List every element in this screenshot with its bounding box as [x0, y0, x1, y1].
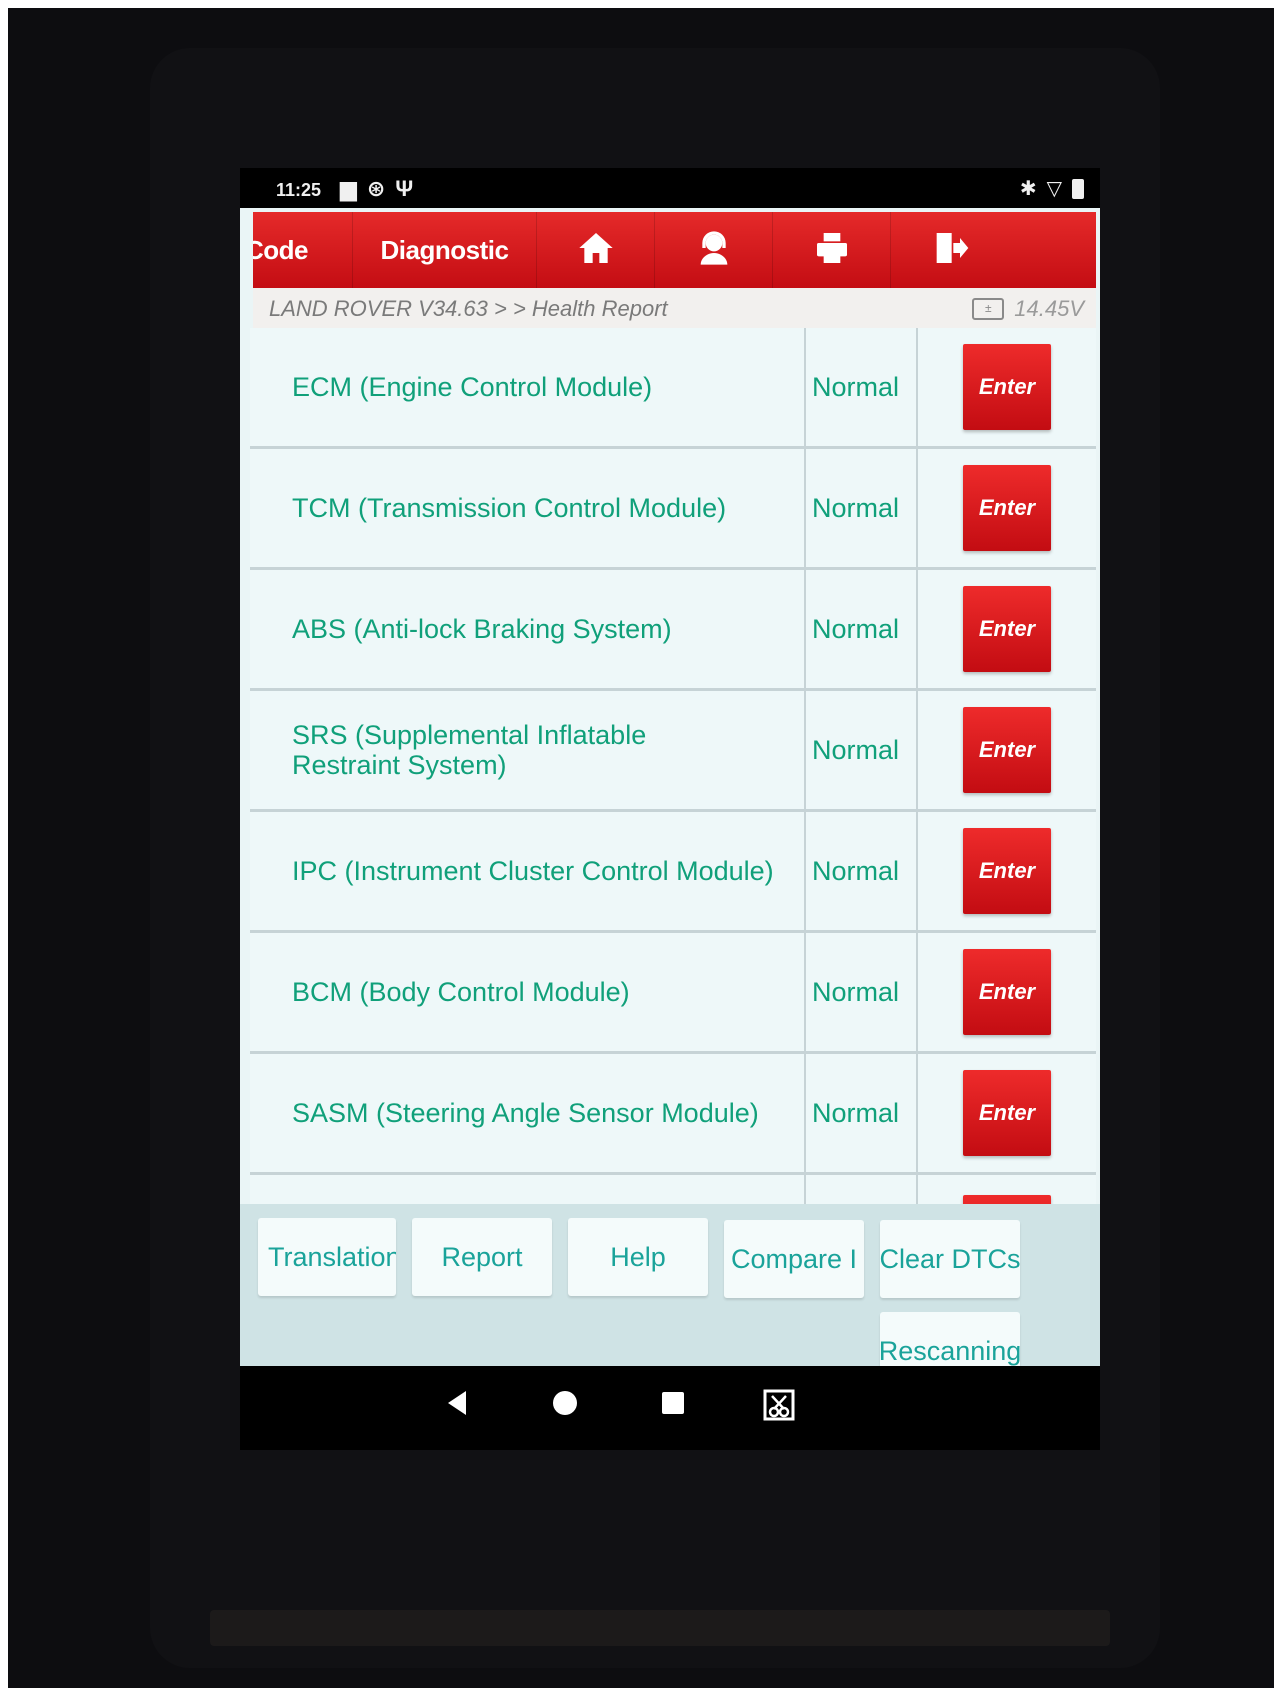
recents-icon[interactable] [658, 1388, 688, 1418]
enter-button[interactable]: Enter [963, 707, 1051, 793]
code-tab-label: Code [253, 234, 309, 265]
exit-icon [930, 228, 970, 273]
wifi-icon: ▽ [1046, 178, 1062, 200]
enter-cell: Enter [918, 328, 1096, 446]
diagnostic-tab[interactable]: Diagnostic [353, 212, 537, 288]
module-row: IPC (Instrument Cluster Control Module) … [250, 812, 1096, 933]
image-icon: ▆ [340, 176, 357, 201]
enter-button[interactable]: Enter [963, 1070, 1051, 1156]
support-icon [694, 228, 734, 273]
module-name: TCM (Transmission Control Module) [250, 449, 806, 567]
bluetooth-icon: ✱ [1019, 178, 1037, 200]
home-circle-icon[interactable] [550, 1388, 580, 1418]
module-name: SASM (Steering Angle Sensor Module) [250, 1054, 806, 1172]
enter-cell: Enter [918, 449, 1096, 567]
usb-icon: Ψ [395, 176, 414, 201]
module-row: TCM (Transmission Control Module) Normal… [250, 449, 1096, 570]
steering-icon: ⊛ [366, 176, 386, 201]
diagnostic-tab-label: Diagnostic [380, 234, 509, 265]
battery-icon [1072, 178, 1084, 199]
home-icon [576, 228, 616, 273]
status-icons-left: ▆ ⊛ Ψ [340, 176, 413, 202]
module-row: ECM (Engine Control Module) Normal Enter [250, 328, 1096, 449]
enter-cell: Enter [918, 570, 1096, 688]
clear-dtcs-button[interactable]: Clear DTCs [880, 1220, 1020, 1298]
compare-button[interactable]: Compare I [724, 1220, 864, 1298]
exit-button[interactable] [891, 212, 1009, 288]
battery-gauge-icon: ± [972, 298, 1005, 320]
module-name: ECM (Engine Control Module) [250, 328, 806, 446]
voltage-readout: ± 14.45V [972, 296, 1084, 322]
enter-button[interactable]: Enter [963, 465, 1051, 551]
module-status: Normal [806, 328, 918, 446]
module-row: ABS (Anti-lock Braking System) Normal En… [250, 570, 1096, 691]
module-row: BCM (Body Control Module) Normal Enter [250, 933, 1096, 1054]
enter-button[interactable]: Enter [963, 949, 1051, 1035]
module-status: Normal [806, 812, 918, 930]
enter-button[interactable]: Enter [963, 586, 1051, 672]
module-name: ABS (Anti-lock Braking System) [250, 570, 806, 688]
back-icon[interactable] [442, 1388, 472, 1418]
module-status: Normal [806, 691, 918, 809]
app-window: Code Diagnostic [240, 208, 1100, 1450]
status-bar: 11:25 ▆ ⊛ Ψ ✱ ▽ [240, 168, 1100, 208]
tablet-edge [210, 1610, 1110, 1646]
device-screen: 11:25 ▆ ⊛ Ψ ✱ ▽ Code Diagnostic [240, 168, 1100, 1450]
enter-button-partial[interactable] [963, 1195, 1051, 1204]
enter-cell: Enter [918, 812, 1096, 930]
module-name: SRS (Supplemental Inflatable Restraint S… [250, 691, 806, 809]
voltage-value: 14.45V [1014, 296, 1084, 321]
print-icon [812, 228, 852, 273]
module-status-empty [806, 1175, 918, 1204]
code-tab[interactable]: Code [253, 212, 353, 288]
support-button[interactable] [655, 212, 773, 288]
module-name-empty [250, 1175, 806, 1204]
enter-button[interactable]: Enter [963, 828, 1051, 914]
status-time: 11:25 [276, 180, 322, 200]
module-status: Normal [806, 1054, 918, 1172]
screenshot-icon[interactable] [762, 1388, 796, 1422]
module-row: SASM (Steering Angle Sensor Module) Norm… [250, 1054, 1096, 1175]
enter-button[interactable]: Enter [963, 344, 1051, 430]
enter-cell [918, 1175, 1096, 1204]
help-button[interactable]: Help [568, 1218, 708, 1296]
module-list: ECM (Engine Control Module) Normal Enter… [240, 328, 1100, 1204]
status-icons-right: ✱ ▽ [1020, 176, 1084, 201]
enter-cell: Enter [918, 691, 1096, 809]
module-name: IPC (Instrument Cluster Control Module) [250, 812, 806, 930]
android-navbar [240, 1366, 1100, 1450]
report-button[interactable]: Report [412, 1218, 552, 1296]
module-name: BCM (Body Control Module) [250, 933, 806, 1051]
module-status: Normal [806, 570, 918, 688]
breadcrumb: LAND ROVER V34.63 > > Health Report [269, 296, 668, 321]
module-status: Normal [806, 449, 918, 567]
module-row: SRS (Supplemental Inflatable Restraint S… [250, 691, 1096, 812]
enter-cell: Enter [918, 1054, 1096, 1172]
enter-cell: Enter [918, 933, 1096, 1051]
module-status: Normal [806, 933, 918, 1051]
home-button[interactable] [537, 212, 655, 288]
translation-button[interactable]: Translation [258, 1218, 396, 1296]
print-button[interactable] [773, 212, 891, 288]
top-toolbar: Code Diagnostic [253, 212, 1096, 288]
module-row-partial [250, 1175, 1096, 1204]
breadcrumb-bar: LAND ROVER V34.63 > > Health Report ± 14… [253, 288, 1096, 328]
